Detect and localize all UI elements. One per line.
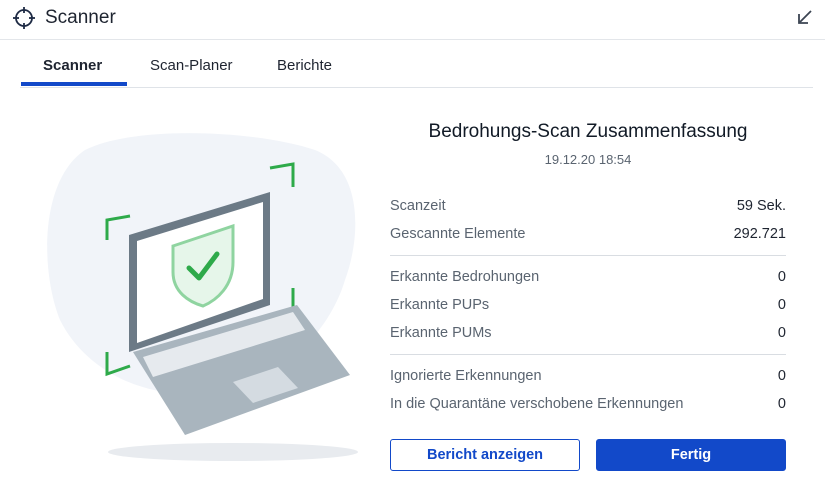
crosshair-icon bbox=[13, 7, 35, 29]
row-value: 0 bbox=[777, 325, 786, 341]
divider bbox=[390, 255, 786, 256]
active-tab-indicator bbox=[21, 82, 127, 86]
tab-bar: Scanner Scan-Planer Berichte bbox=[20, 48, 813, 88]
laptop-shield-check-icon bbox=[47, 133, 358, 461]
tab-scanner[interactable]: Scanner bbox=[43, 57, 102, 74]
row-value: 0 bbox=[777, 269, 786, 285]
row-label: Erkannte PUPs bbox=[390, 297, 490, 313]
title-bar: Scanner bbox=[0, 0, 825, 40]
divider bbox=[390, 354, 786, 355]
row-value: 0 bbox=[777, 368, 786, 384]
row-pups: Erkannte PUPs 0 bbox=[390, 297, 786, 317]
row-label: Scanzeit bbox=[390, 198, 446, 214]
ground-shadow bbox=[108, 443, 358, 461]
row-label: Gescannte Elemente bbox=[390, 226, 526, 242]
row-label: Ignorierte Erkennungen bbox=[390, 368, 542, 384]
row-value: 59 Sek. bbox=[736, 198, 786, 214]
row-threats: Erkannte Bedrohungen 0 bbox=[390, 269, 786, 289]
summary-date: 19.12.20 18:54 bbox=[544, 152, 632, 167]
tab-berichte[interactable]: Berichte bbox=[277, 57, 332, 74]
row-value: 292.721 bbox=[733, 226, 786, 242]
row-label: In die Quarantäne verschobene Erkennunge… bbox=[390, 396, 684, 412]
tab-scan-planer[interactable]: Scan-Planer bbox=[150, 57, 233, 74]
row-scan-time: Scanzeit 59 Sek. bbox=[390, 198, 786, 218]
row-label: Erkannte PUMs bbox=[390, 325, 492, 341]
row-ignored: Ignorierte Erkennungen 0 bbox=[390, 368, 786, 388]
done-button[interactable]: Fertig bbox=[596, 439, 786, 471]
row-scanned-items: Gescannte Elemente 292.721 bbox=[390, 226, 786, 246]
row-pums: Erkannte PUMs 0 bbox=[390, 325, 786, 345]
view-report-button[interactable]: Bericht anzeigen bbox=[390, 439, 580, 471]
arrow-down-left-icon[interactable] bbox=[795, 7, 815, 27]
row-quarantined: In die Quarantäne verschobene Erkennunge… bbox=[390, 396, 786, 416]
row-label: Erkannte Bedrohungen bbox=[390, 269, 540, 285]
window-title: Scanner bbox=[45, 7, 116, 28]
row-value: 0 bbox=[777, 396, 786, 412]
summary-title: Bedrohungs-Scan Zusammenfassung bbox=[428, 121, 748, 142]
row-value: 0 bbox=[777, 297, 786, 313]
